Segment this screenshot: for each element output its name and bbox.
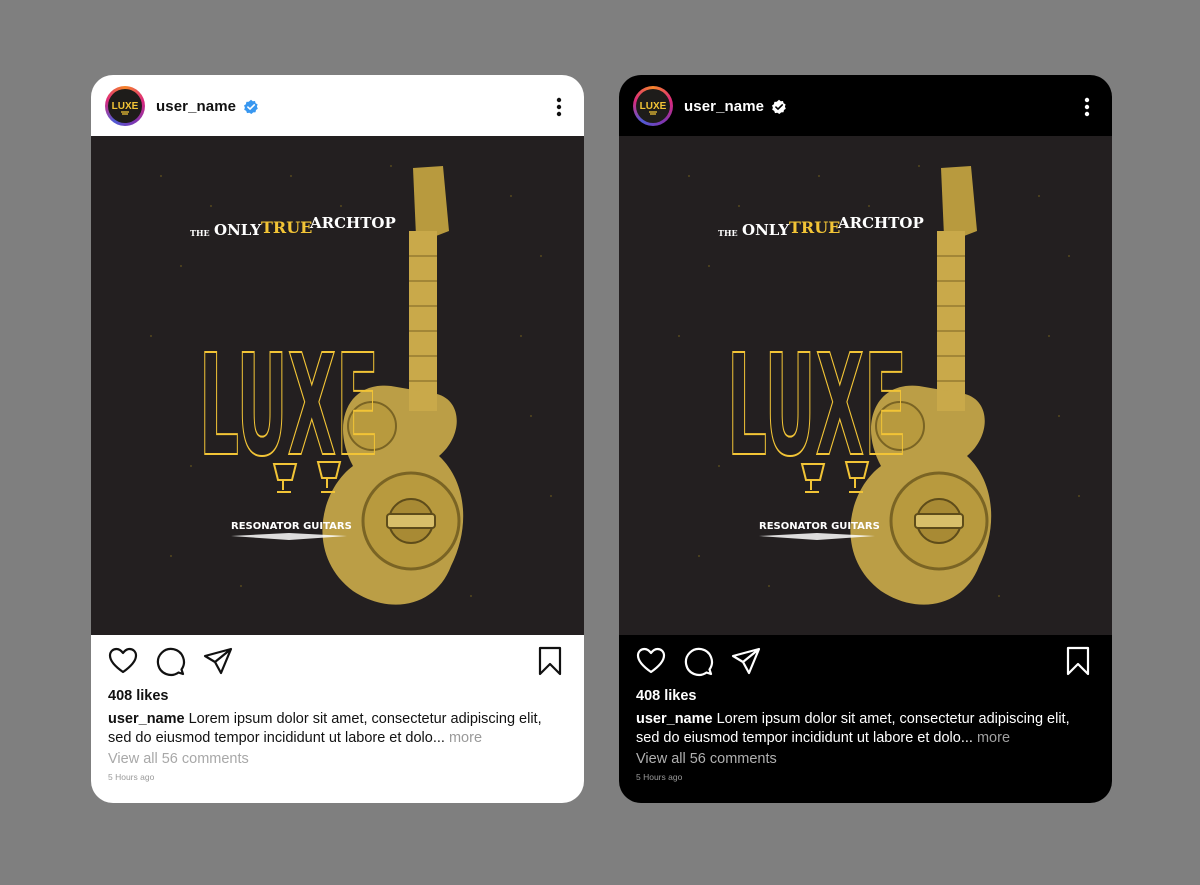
luxe-poster: THE ONLY TRUE ARCHTOP LUXE RESONATOR GUI… [91, 136, 584, 635]
bookmark-icon[interactable] [1062, 645, 1094, 677]
post-timestamp: 5 Hours ago [636, 772, 683, 782]
post-timestamp: 5 Hours ago [108, 772, 155, 782]
heart-icon[interactable] [635, 645, 667, 677]
avatar[interactable]: LUXE [633, 86, 673, 126]
verified-badge-icon [772, 99, 786, 114]
username[interactable]: user_name [684, 98, 764, 115]
poster-subtitle: RESONATOR GUITARS [759, 521, 880, 532]
poster-kicker-only: ONLY [742, 221, 789, 239]
poster-kicker-the: THE [718, 228, 738, 238]
caption: user_name Lorem ipsum dolor sit amet, co… [636, 710, 1096, 747]
post-header: LUXE user_name [91, 75, 584, 136]
post-actions [619, 645, 1112, 679]
poster-kicker-true: TRUE [261, 218, 312, 237]
more-vertical-icon[interactable] [1084, 97, 1090, 117]
caption-more-link[interactable]: more [445, 730, 482, 746]
caption-username[interactable]: user_name [108, 711, 185, 727]
avatar-logo-text: LUXE [112, 101, 139, 112]
poster-kicker-archtop: ARCHTOP [837, 214, 924, 232]
post-image[interactable]: THE ONLY TRUE ARCHTOP LUXE RESONATOR GUI… [619, 136, 1112, 635]
likes-count[interactable]: 408 likes [108, 688, 168, 704]
view-comments-link[interactable]: View all 56 comments [636, 751, 777, 767]
poster-kicker-true: TRUE [789, 218, 840, 237]
bookmark-icon[interactable] [534, 645, 566, 677]
poster-kicker-archtop: ARCHTOP [309, 214, 396, 232]
poster-kicker-only: ONLY [214, 221, 261, 239]
share-icon[interactable] [202, 645, 234, 677]
view-comments-link[interactable]: View all 56 comments [108, 751, 249, 767]
post-actions [91, 645, 584, 679]
share-icon[interactable] [730, 645, 762, 677]
post-card-light: LUXE user_name THE ONLY TRUE ARCHTOP LUX… [91, 75, 584, 803]
caption-more-link[interactable]: more [973, 730, 1010, 746]
username[interactable]: user_name [156, 98, 236, 115]
post-card-dark: LUXE user_name THE ONLY TRUE ARCHTOP LUX… [619, 75, 1112, 803]
poster-subtitle: RESONATOR GUITARS [231, 521, 352, 532]
poster-kicker-the: THE [190, 228, 210, 238]
post-image[interactable]: THE ONLY TRUE ARCHTOP LUXE RESONATOR GUI… [91, 136, 584, 635]
luxe-poster: THE ONLY TRUE ARCHTOP LUXE RESONATOR GUI… [619, 136, 1112, 635]
caption: user_name Lorem ipsum dolor sit amet, co… [108, 710, 568, 747]
likes-count[interactable]: 408 likes [636, 688, 696, 704]
heart-icon[interactable] [107, 645, 139, 677]
caption-username[interactable]: user_name [636, 711, 713, 727]
avatar[interactable]: LUXE [105, 86, 145, 126]
avatar-logo-text: LUXE [640, 101, 667, 112]
post-header: LUXE user_name [619, 75, 1112, 136]
comment-icon[interactable] [682, 645, 714, 677]
more-vertical-icon[interactable] [556, 97, 562, 117]
comment-icon[interactable] [154, 645, 186, 677]
verified-badge-icon [244, 99, 258, 114]
